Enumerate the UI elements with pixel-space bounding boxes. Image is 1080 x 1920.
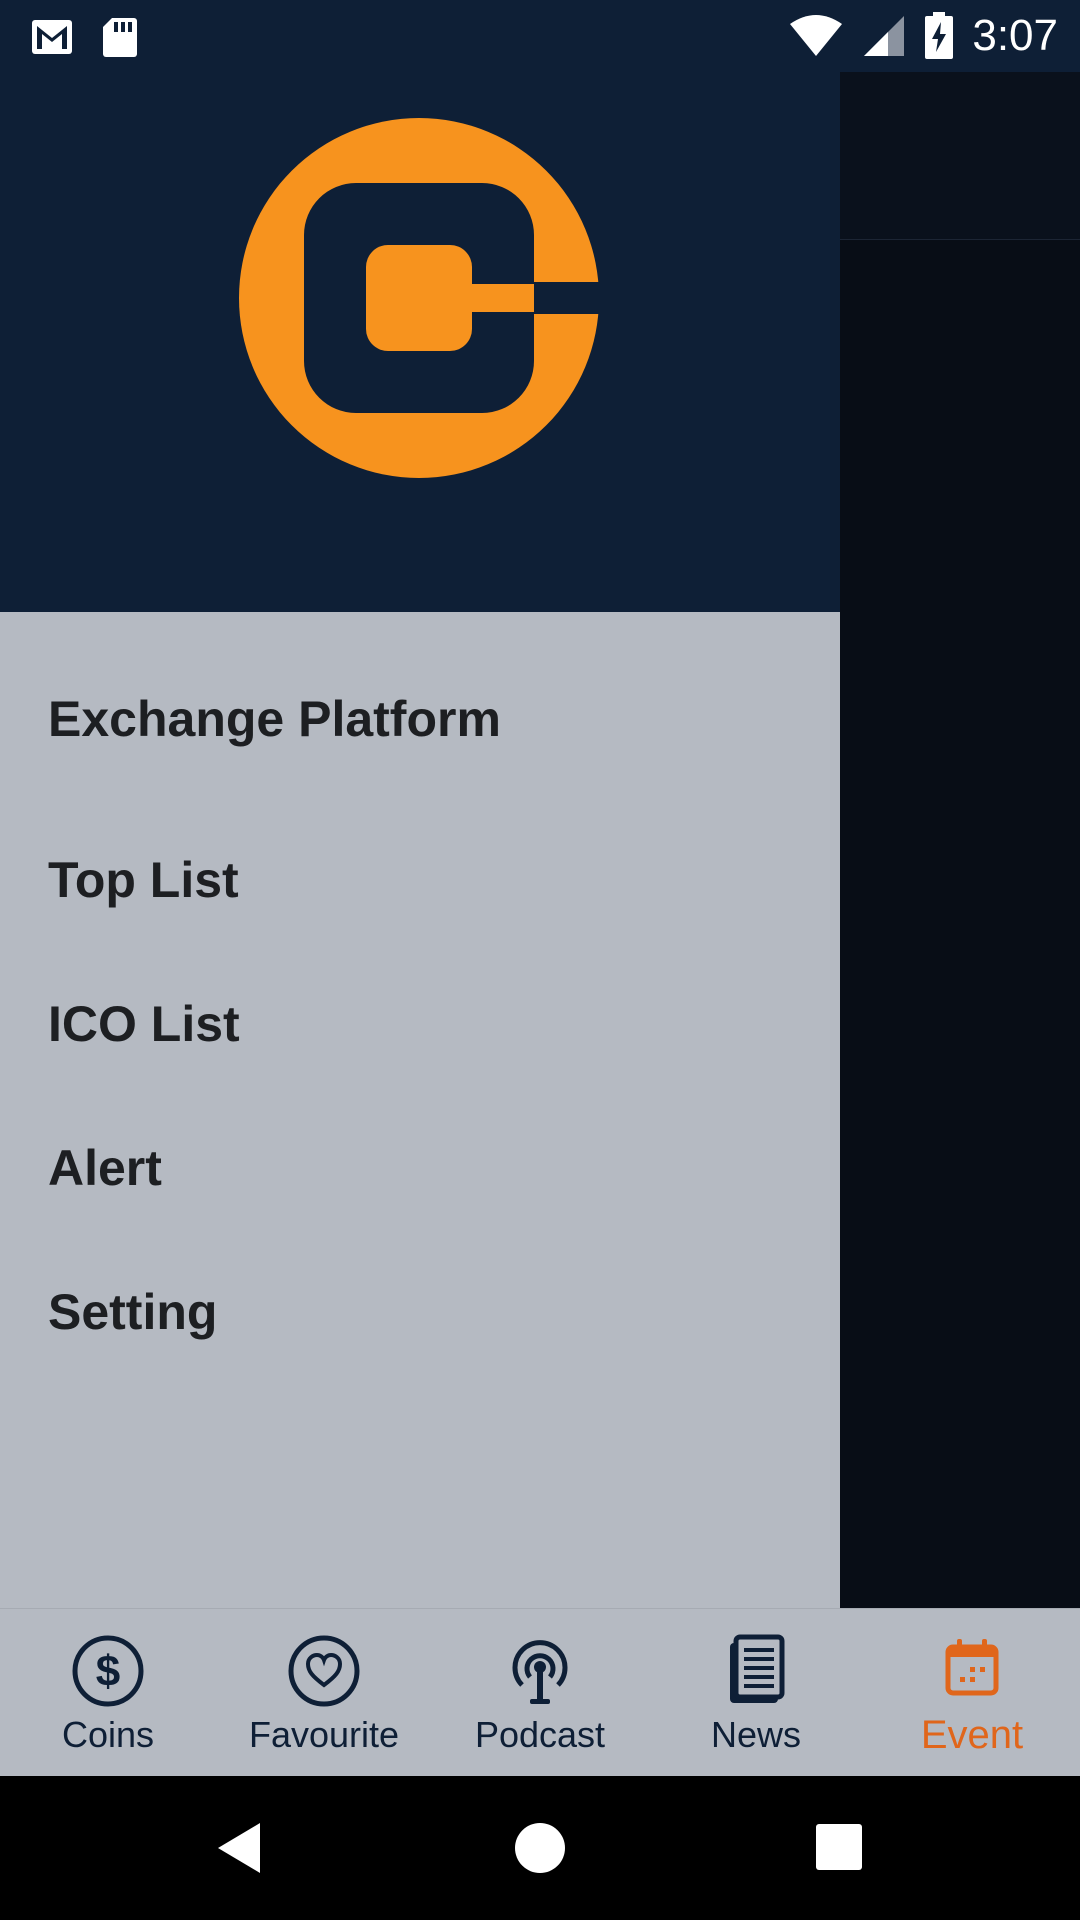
dollar-icon: $ — [72, 1635, 144, 1707]
nav-item-event[interactable]: Event — [864, 1609, 1080, 1776]
menu-item-setting[interactable]: Setting — [0, 1240, 840, 1384]
drawer-menu: Exchange Platform Top List ICO List Aler… — [0, 612, 840, 1384]
podcast-icon — [512, 1640, 568, 1704]
gmail-icon — [32, 20, 72, 54]
menu-item-top-list[interactable]: Top List — [0, 808, 840, 952]
nav-item-podcast[interactable]: Podcast — [432, 1609, 648, 1776]
dimmed-toolbar — [840, 72, 1080, 240]
nav-label-coins: Coins — [61, 1714, 155, 1755]
svg-text:$: $ — [96, 1647, 120, 1696]
heart-icon — [288, 1635, 360, 1707]
back-icon[interactable] — [210, 1818, 270, 1878]
nav-label-news: News — [710, 1714, 802, 1755]
wifi-icon — [790, 15, 843, 56]
battery-charging-icon — [925, 12, 954, 59]
news-icon — [730, 1634, 785, 1703]
nav-label-event: Event — [920, 1713, 1024, 1757]
sd-card-icon — [103, 18, 137, 57]
app-logo-icon — [239, 118, 600, 478]
nav-item-favourite[interactable]: Favourite — [216, 1609, 432, 1776]
nav-item-coins[interactable]: $ Coins — [0, 1609, 216, 1776]
status-bar: 3:07 — [0, 0, 1080, 72]
navigation-drawer: Exchange Platform Top List ICO List Aler… — [0, 72, 840, 1608]
drawer-header — [0, 72, 840, 612]
recents-icon[interactable] — [810, 1818, 870, 1878]
menu-item-ico-list[interactable]: ICO List — [0, 952, 840, 1096]
calendar-icon — [945, 1639, 999, 1696]
signal-icon — [864, 16, 905, 56]
bottom-navigation: $ Coins Favourite Podcast News Event — [0, 1608, 1080, 1776]
nav-label-favourite: Favourite — [248, 1714, 400, 1755]
nav-item-news[interactable]: News — [648, 1609, 864, 1776]
menu-item-exchange-platform[interactable]: Exchange Platform — [0, 612, 840, 808]
status-bar-notifications — [30, 16, 138, 58]
drawer-scrim[interactable] — [840, 72, 1080, 1608]
status-bar-system: 3:07 — [788, 10, 1058, 62]
system-navigation-bar — [0, 1776, 1080, 1920]
menu-item-alert[interactable]: Alert — [0, 1096, 840, 1240]
status-time: 3:07 — [972, 11, 1058, 60]
home-icon[interactable] — [510, 1818, 570, 1878]
nav-label-podcast: Podcast — [474, 1714, 606, 1755]
